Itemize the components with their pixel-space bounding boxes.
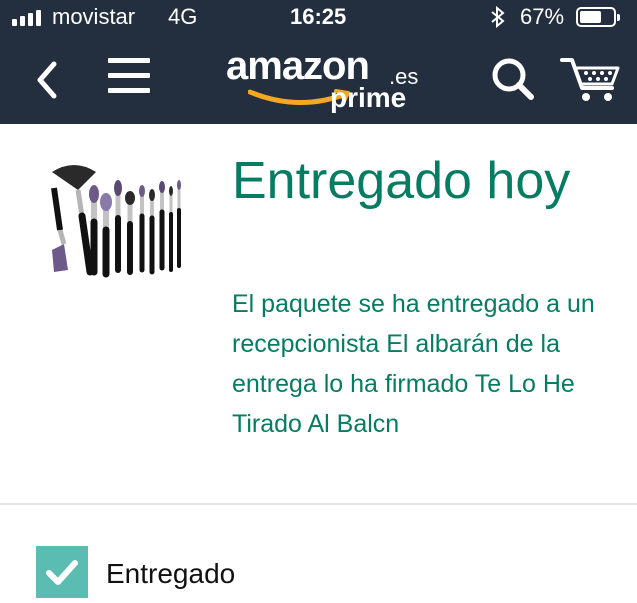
cart-icon [560,58,620,101]
signal-strength-icon [12,10,41,26]
status-bar: movistar 4G 16:25 67% [0,0,637,34]
back-button[interactable] [30,54,70,104]
amazon-prime-logo[interactable]: amazon .es prime [226,44,426,116]
battery-icon [576,7,620,27]
cart-button[interactable] [560,56,622,109]
network-type: 4G [168,4,198,29]
carrier-name: movistar [52,4,136,29]
top-bar: movistar 4G 16:25 67% amazon .es prime [0,0,637,124]
delivered-checkbox [36,546,88,598]
makeup-brushes-image [51,165,181,278]
navigation-bar: amazon .es prime [0,34,637,124]
chevron-left-icon [37,61,57,99]
search-button[interactable] [490,56,536,107]
product-image[interactable] [44,160,186,282]
delivery-status-title: Entregado hoy [232,152,571,210]
battery-percentage: 67% [520,4,565,29]
search-icon [492,58,534,100]
logo-prime: prime [330,82,407,113]
checkmark-icon [46,560,78,585]
menu-button[interactable] [108,58,150,98]
delivery-status-description: El paquete se ha entregado a un recepcio… [232,290,595,438]
bluetooth-icon [490,5,506,35]
clock: 16:25 [290,4,347,29]
progress-step-label: Entregado [106,558,236,589]
section-divider [0,503,637,505]
